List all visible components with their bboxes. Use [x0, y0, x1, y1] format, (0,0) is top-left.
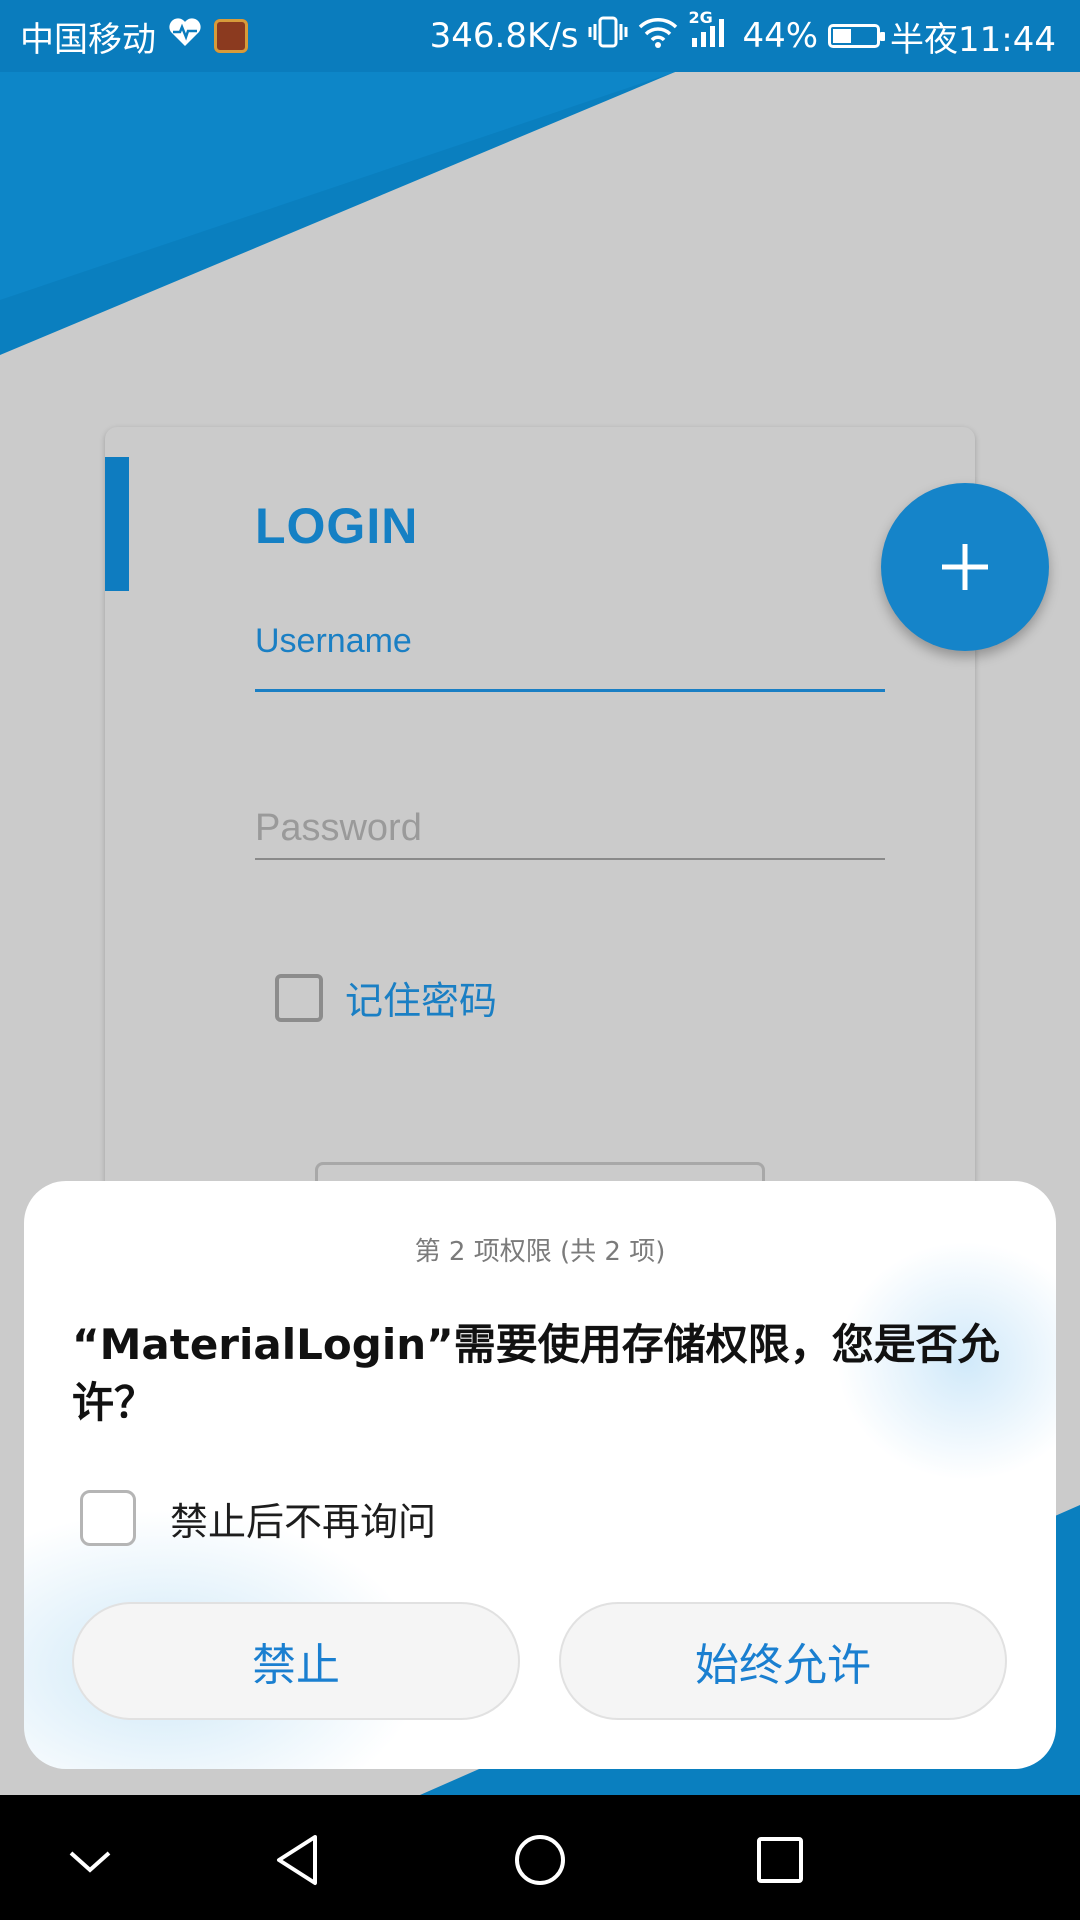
- heart-rate-icon: [168, 16, 202, 56]
- dont-ask-checkbox[interactable]: [80, 1490, 136, 1546]
- permission-counter: 第 2 项权限 (共 2 项): [414, 1237, 666, 1267]
- username-field[interactable]: Username: [255, 622, 885, 692]
- remember-checkbox[interactable]: [275, 973, 323, 1022]
- login-title: LOGIN: [255, 498, 419, 554]
- username-label: Username: [255, 622, 412, 660]
- dont-ask-again[interactable]: 禁止后不再询问: [80, 1490, 436, 1546]
- navigation-bar: [0, 1795, 1080, 1920]
- battery-level: [833, 29, 851, 43]
- signal-icon: 2G: [688, 8, 732, 57]
- remember-label: 记住密码: [345, 979, 498, 1023]
- always-allow-button[interactable]: 始终允许: [559, 1602, 1007, 1720]
- back-icon[interactable]: [265, 1825, 335, 1895]
- home-icon[interactable]: [505, 1825, 575, 1895]
- card-accent-bar: [105, 457, 129, 591]
- network-type: 2G: [688, 7, 713, 27]
- clock: 半夜11:44: [890, 19, 1056, 60]
- username-underline: [255, 689, 885, 692]
- permission-message: “MaterialLogin”需要使用存储权限，您是否允许？: [72, 1320, 1000, 1427]
- password-field[interactable]: Password: [255, 807, 885, 860]
- recents-icon[interactable]: [745, 1825, 815, 1895]
- wifi-icon: [638, 16, 678, 57]
- screen: 中国移动 346.8K/s 2G 44% 半夜11:44 LOGIN Usern…: [0, 0, 1080, 1920]
- status-bar: 中国移动 346.8K/s 2G 44% 半夜11:44: [0, 0, 1080, 72]
- vibrate-icon: [588, 15, 628, 58]
- network-speed: 346.8K/s: [429, 16, 579, 56]
- permission-dialog: 第 2 项权限 (共 2 项) “MaterialLogin”需要使用存储权限，…: [24, 1181, 1056, 1769]
- carrier-label: 中国移动: [20, 19, 156, 60]
- collapse-icon[interactable]: [55, 1825, 125, 1895]
- register-fab[interactable]: [881, 483, 1049, 651]
- plus-icon: [942, 544, 988, 590]
- remember-password[interactable]: 记住密码: [275, 970, 497, 1025]
- password-placeholder: Password: [255, 807, 422, 849]
- battery-percent: 44%: [742, 16, 819, 56]
- dont-ask-label: 禁止后不再询问: [170, 1499, 437, 1544]
- app-notification-icon: [214, 19, 248, 53]
- battery-icon: [828, 24, 886, 48]
- password-underline: [255, 858, 885, 860]
- deny-button[interactable]: 禁止: [72, 1602, 520, 1720]
